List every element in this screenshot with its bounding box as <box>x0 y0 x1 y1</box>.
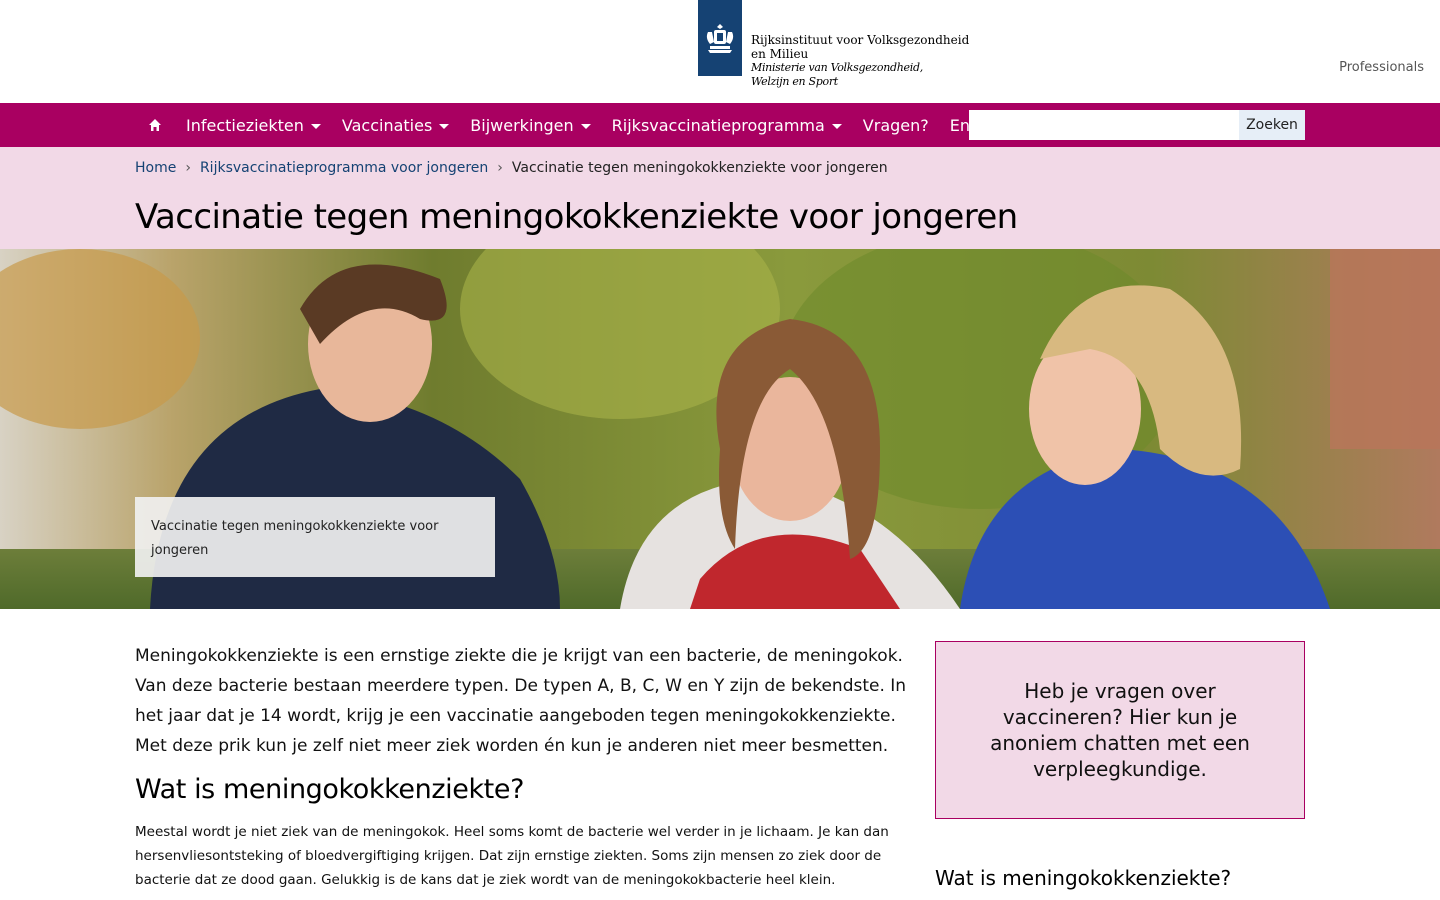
sidebar-heading: Wat is meningokokkenziekte? <box>935 866 1232 890</box>
breadcrumb-separator-icon: › <box>497 160 503 176</box>
breadcrumb-separator-icon: › <box>185 160 191 176</box>
intro-paragraph: Meningokokkenziekte is een ernstige ziek… <box>135 646 907 756</box>
chat-callout-text: Heb je vragen over vaccineren? Hier kun … <box>990 679 1250 781</box>
logo-line-4: Welzijn en Sport <box>751 75 838 88</box>
search-input[interactable] <box>969 110 1241 140</box>
nav-vragen[interactable]: Vragen? <box>863 116 929 135</box>
rijksoverheid-logo[interactable] <box>698 0 742 76</box>
nav-rijksvaccinatieprogramma[interactable]: Rijksvaccinatieprogramma <box>612 116 842 135</box>
breadcrumb-parent[interactable]: Rijksvaccinatieprogramma voor jongeren <box>200 160 488 176</box>
title-band: Home › Rijksvaccinatieprogramma voor jon… <box>0 147 1440 249</box>
nav-vragen-label: Vragen? <box>862 115 929 135</box>
organisation-name: Rijksinstituut voor Volksgezondheid en M… <box>751 33 969 89</box>
section-heading: Wat is meningokokkenziekte? <box>135 774 525 805</box>
breadcrumb-current: Vaccinatie tegen meningokokkenziekte voo… <box>511 160 888 176</box>
logo-line-1: Rijksinstituut voor Volksgezondheid <box>751 33 970 47</box>
hero-image: Vaccinatie tegen meningokokkenziekte voo… <box>0 249 1440 609</box>
nav-vaccinaties[interactable]: Vaccinaties <box>341 115 450 135</box>
nav-vaccinaties-label: Vaccinaties <box>341 115 433 135</box>
home-icon <box>149 119 161 131</box>
nav-bijwerkingen-label: Bijwerkingen <box>470 115 574 135</box>
main-navigation: Infectieziekten Vaccinaties Bijwerkingen… <box>0 103 1440 147</box>
chevron-down-icon <box>831 123 842 129</box>
coat-of-arms-icon <box>706 24 734 53</box>
chat-callout[interactable]: Heb je vragen over vaccineren? Hier kun … <box>935 641 1305 819</box>
chevron-down-icon <box>580 123 591 129</box>
nav-infectieziekten-label: Infectieziekten <box>186 115 304 135</box>
breadcrumb: Home › Rijksvaccinatieprogramma voor jon… <box>135 160 888 176</box>
nav-infectieziekten[interactable]: Infectieziekten <box>186 116 321 135</box>
page-title: Vaccinatie tegen meningokokkenziekte voo… <box>135 197 1018 237</box>
nav-rijksvaccinatieprogramma-label: Rijksvaccinatieprogramma <box>611 115 825 135</box>
nav-bijwerkingen[interactable]: Bijwerkingen <box>470 115 591 135</box>
nav-home[interactable] <box>135 103 175 147</box>
professionals-link[interactable]: Professionals <box>1339 60 1424 75</box>
chevron-down-icon <box>439 123 450 129</box>
site-header: Rijksinstituut voor Volksgezondheid en M… <box>0 0 1440 103</box>
logo-line-2: en Milieu <box>751 47 809 61</box>
search-button[interactable]: Zoeken <box>1239 110 1305 140</box>
chevron-down-icon <box>310 123 321 129</box>
breadcrumb-home[interactable]: Home <box>135 160 176 176</box>
section-body: Meestal wordt je niet ziek van de mening… <box>135 824 889 888</box>
hero-caption: Vaccinatie tegen meningokokkenziekte voo… <box>135 497 495 577</box>
logo-line-3: Ministerie van Volksgezondheid, <box>751 61 923 74</box>
